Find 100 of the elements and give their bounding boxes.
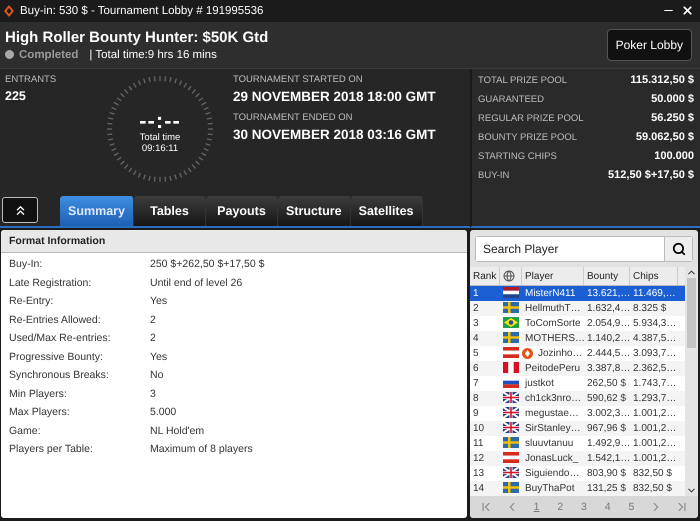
tab[interactable]: Tables [134,196,206,226]
collapse-button[interactable] [2,197,38,223]
flag-icon [503,362,519,372]
clock-value: 09:16:11 [142,142,178,154]
column-header[interactable]: Rank [470,267,500,285]
player-row[interactable]: 3 ToComSorte 2.054,9… 5.934,3… [470,316,685,331]
prize-value: 59.062,50 $ [636,131,694,144]
flag-icon [503,286,519,298]
flag-icon [503,436,519,448]
tab[interactable]: Satellites [350,196,423,226]
rank-cell-text: 6 [472,363,480,374]
entrants-value: 225 [5,88,27,103]
date-value: 29 NOVEMBER 2018 18:00 GMT [233,88,436,104]
bounty-cell-text: 3.387,8… [586,363,630,374]
chips-cell-text: 832,50 $ [632,483,673,494]
flag-icon [503,332,519,342]
status-label: Completed [19,48,78,61]
player-row[interactable]: 8 ch1ck3nro… 590,62 $ 1.293,7… [470,391,685,406]
info-label: Progressive Bounty: [9,350,104,364]
column-header[interactable]: Chips [630,267,678,285]
date-label: TOURNAMENT STARTED ON [233,74,364,85]
info-value: 3 [150,388,157,400]
bounty-cell-text: 1.140,2… [586,333,630,344]
player-row[interactable]: 5 Jozinho… 2.444,5… 3.093,7… [470,346,685,361]
prize-label: REGULAR PRIZE POOL [478,112,584,124]
player-row[interactable]: 12 JonasLuck_ 1.542,1… 1.001,2… [470,451,685,466]
flag-icon [503,316,519,328]
chips-cell-text: 5.934,3… [632,318,678,329]
info-value: 250 $+262,50 $+17,50 $ [150,258,266,271]
player-row[interactable]: 4 MOTHERS… 1.140,2… 4.387,5… [470,331,685,346]
bounty-cell-text: 967,96 $ [586,423,627,434]
rank-cell-text: 5 [472,348,480,359]
prize-label: GUARANTEED [478,94,544,105]
scroll-thumb[interactable] [687,278,696,348]
rank-cell-text: 9 [472,408,480,419]
date-label: TOURNAMENT ENDED ON [233,112,354,123]
poker-lobby-button[interactable]: Poker Lobby [606,28,692,61]
bounty-cell-text: 262,50 $ [586,378,627,389]
entrants-label: ENTRANTS [5,74,58,85]
tab[interactable]: Payouts [206,196,278,226]
info-label: Late Registration: [9,276,92,290]
chips-cell-text: 832,50 $ [632,468,673,479]
prize-value: 115.312,50 $ [630,74,694,86]
chips-cell-text: 1.293,7… [632,393,678,404]
date-value: 30 NOVEMBER 2018 03:16 GMT [233,126,436,142]
player-cell-text: BuyThaPot [524,483,574,494]
chips-cell-text: 2.362,5… [632,363,678,374]
bounty-cell-text: 1.542,1… [586,453,630,464]
prize-label: BUY-IN [478,170,510,181]
info-value: 2 [150,332,157,345]
player-row[interactable]: 1 MisterN411 13.621,… 11.469,… [470,286,685,301]
prize-label: STARTING CHIPS [478,150,557,162]
chips-cell-text: 8.325 $ [632,303,668,314]
clock-label: Total time [140,132,180,143]
player-row[interactable]: 9 megustae… 3.002,3… 1.001,2… [470,406,685,421]
player-row[interactable]: 13 Siguiendo… 803,90 $ 832,50 $ [470,466,685,481]
flag-icon [503,482,519,492]
bounty-cell-text: 3.002,3… [586,408,630,419]
chips-cell-text: 11.469,… [632,288,677,299]
player-row[interactable]: 7 justkot 262,50 $ 1.743,7… [470,376,685,391]
rank-cell-text: 11 [472,438,484,449]
player-row[interactable]: 14 BuyThaPot 131,25 $ 832,50 $ [470,481,685,496]
column-header[interactable]: Player [522,267,584,285]
player-cell-text: JonasLuck_ [524,453,578,464]
info-value: 2 [150,314,157,326]
info-value: Maximum of 8 players [150,443,254,456]
rank-cell-text: 2 [472,303,480,314]
rank-cell-text: 13 [472,468,486,479]
info-value: 5.000 [150,406,178,419]
total-time-text: | Total time:9 hrs 16 mins [89,48,217,61]
info-label: Re-Entries Allowed: [9,314,102,326]
flag-icon [503,302,519,312]
prize-value: 100.000 [654,150,694,162]
player-cell-text: megustae… [524,408,579,419]
info-value: Yes [150,295,168,308]
search-icon [672,242,686,256]
search-button[interactable] [664,237,692,261]
chips-cell-text: 1.001,2… [632,423,678,434]
player-cell-text: PeitodePeru [524,363,580,374]
flag-icon [503,392,519,402]
tab[interactable]: Summary [60,196,134,226]
info-label: Re-Entry: [9,295,54,308]
player-cell-text: MOTHERS… [524,333,585,344]
info-label: Buy-In: [9,258,44,271]
prize-value: 50.000 $ [651,93,694,106]
player-row[interactable]: 11 sluuvtanuu 1.492,9… 1.001,2… [470,436,685,451]
info-value: NL Hold'em [150,424,206,438]
player-row[interactable]: 10 SirStanley… 967,96 $ 1.001,2… [470,421,685,436]
info-value: Yes [150,350,168,364]
player-row[interactable]: 2 HellmuthT… 1.632,4… 8.325 $ [470,301,685,316]
tab[interactable]: Structure [278,196,351,226]
search-field[interactable]: Search Player [475,236,693,262]
close-icon[interactable] [681,4,694,18]
info-value: No [150,369,164,382]
prize-value: 56.250 $ [651,112,694,124]
panel-heading: Format Information [1,230,467,253]
column-header[interactable]: Bounty [584,267,630,285]
bounty-cell-text: 803,90 $ [586,468,627,479]
player-row[interactable]: 6 PeitodePeru 3.387,8… 2.362,5… [470,361,685,376]
info-value: Until end of level 26 [150,276,244,290]
